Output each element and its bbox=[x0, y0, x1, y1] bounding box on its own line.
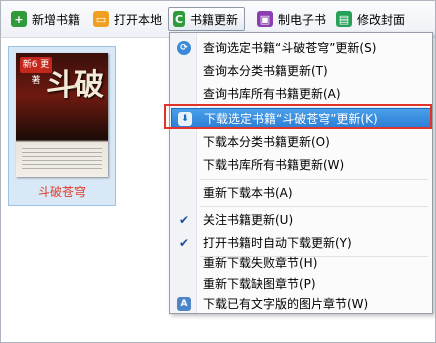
menu-item-label: 下载本分类书籍更新(O) bbox=[203, 135, 330, 149]
cover-blurb bbox=[22, 145, 102, 171]
make-ebook-label: 制电子书 bbox=[278, 12, 327, 27]
app-window: + 新增书籍 ▭ 打开本地 C 书籍更新 ▣ 制电子书 ▤ 修改封面 新6 更 … bbox=[0, 0, 436, 343]
refresh-icon: ⟳ bbox=[177, 40, 191, 55]
menu-item-label: 查询书库所有书籍更新(A) bbox=[203, 87, 341, 101]
update-books-button[interactable]: C 书籍更新 bbox=[168, 7, 245, 31]
menu-item-label: 打开书籍时自动下载更新(Y) bbox=[203, 236, 352, 250]
menu-separator bbox=[200, 206, 428, 207]
edit-cover-label: 修改封面 bbox=[357, 12, 406, 27]
open-local-label: 打开本地 bbox=[114, 12, 163, 27]
menu-item-redownload-missing-images[interactable]: 重新下载缺图章节(P) bbox=[171, 273, 431, 294]
menu-item-label: 查询本分类书籍更新(T) bbox=[203, 64, 328, 78]
image-text-icon: A bbox=[177, 296, 191, 311]
menu-item-query-selected[interactable]: ⟳ 查询选定书籍“斗破苍穹”更新(S) bbox=[171, 37, 431, 58]
menu-item-query-category[interactable]: 查询本分类书籍更新(T) bbox=[171, 60, 431, 81]
menu-item-label: 重新下载缺图章节(P) bbox=[203, 277, 316, 291]
make-ebook-button[interactable]: ▣ 制电子书 bbox=[253, 7, 332, 31]
menu-item-query-all[interactable]: 查询书库所有书籍更新(A) bbox=[171, 83, 431, 104]
book-tile[interactable]: 新6 更 著 斗破 斗破苍穹 bbox=[8, 46, 116, 206]
menu-item-label: 下载书库所有书籍更新(W) bbox=[203, 158, 345, 172]
menu-item-follow-updates[interactable]: ✔ 关注书籍更新(U) bbox=[171, 209, 431, 230]
menu-item-label: 关注书籍更新(U) bbox=[203, 213, 294, 227]
update-icon: C bbox=[173, 11, 185, 27]
menu-item-label: 重新下载本书(A) bbox=[203, 186, 293, 200]
checkmark-icon: ✔ bbox=[178, 212, 190, 227]
ebook-icon: ▣ bbox=[257, 11, 273, 27]
menu-item-download-category[interactable]: 下载本分类书籍更新(O) bbox=[171, 131, 431, 152]
cover-title: 斗破 bbox=[46, 68, 104, 103]
menu-item-redownload-book[interactable]: 重新下载本书(A) bbox=[171, 182, 431, 203]
update-books-label: 书籍更新 bbox=[189, 12, 238, 27]
menu-item-label: 下载已有文字版的图片章节(W) bbox=[203, 297, 369, 311]
open-folder-icon: ▭ bbox=[93, 11, 109, 27]
edit-cover-button[interactable]: ▤ 修改封面 bbox=[332, 7, 411, 31]
add-book-label: 新增书籍 bbox=[32, 12, 81, 27]
menu-item-download-image-chapters[interactable]: A 下载已有文字版的图片章节(W) bbox=[171, 293, 431, 314]
menu-item-download-all[interactable]: 下载书库所有书籍更新(W) bbox=[171, 154, 431, 175]
highlight-annotation-box bbox=[164, 104, 432, 129]
cover-edit-icon: ▤ bbox=[336, 11, 352, 27]
update-dropdown-menu: ⟳ 查询选定书籍“斗破苍穹”更新(S) 查询本分类书籍更新(T) 查询书库所有书… bbox=[169, 32, 433, 314]
add-book-icon: + bbox=[11, 11, 27, 27]
menu-item-auto-download[interactable]: ✔ 打开书籍时自动下载更新(Y) bbox=[171, 232, 431, 253]
book-cover-image: 新6 更 著 斗破 bbox=[16, 53, 108, 177]
menu-item-label: 查询选定书籍“斗破苍穹”更新(S) bbox=[203, 41, 377, 55]
add-book-button[interactable]: + 新增书籍 bbox=[7, 7, 86, 31]
menu-item-redownload-failed[interactable]: 重新下载失败章节(H) bbox=[171, 252, 431, 273]
checkmark-icon: ✔ bbox=[178, 235, 190, 250]
menu-separator bbox=[200, 179, 428, 180]
open-local-button[interactable]: ▭ 打开本地 bbox=[89, 7, 168, 31]
menu-item-label: 重新下载失败章节(H) bbox=[203, 256, 318, 270]
book-title: 斗破苍穹 bbox=[37, 185, 86, 199]
